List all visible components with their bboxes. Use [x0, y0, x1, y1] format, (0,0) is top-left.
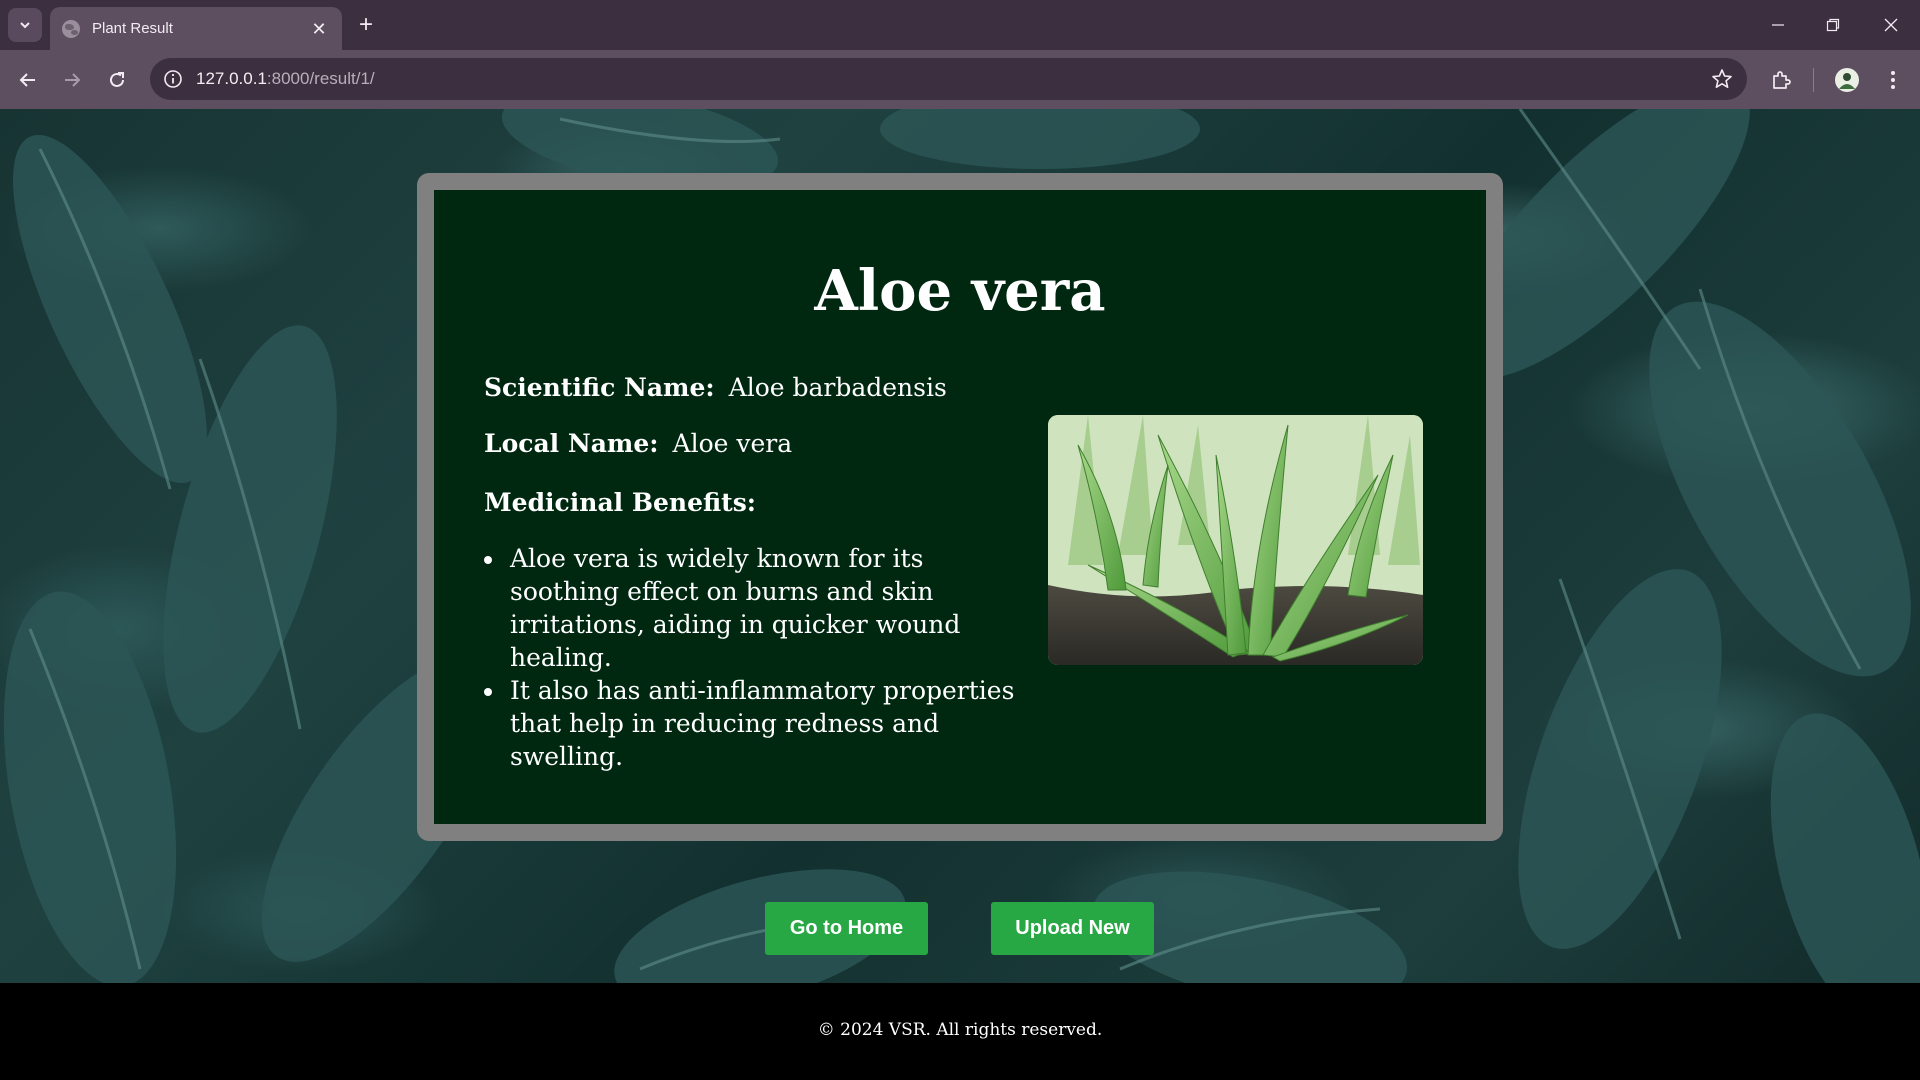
tab-title: Plant Result — [92, 20, 173, 37]
list-item: It also has anti-inflammatory properties… — [484, 674, 1029, 773]
plant-name-heading: Aloe vera — [814, 258, 1106, 324]
address-bar[interactable]: 127.0.0.1 :8000/result/1/ — [150, 58, 1747, 100]
result-card-frame: Aloe vera Scientific Name: Aloe barbadens… — [417, 173, 1503, 841]
browser-tab-strip: Plant Result ✕ + — [0, 0, 1920, 50]
scientific-name-label: Scientific Name: — [484, 373, 715, 402]
browser-tab[interactable]: Plant Result ✕ — [50, 7, 342, 50]
forward-arrow-icon[interactable] — [56, 64, 88, 96]
go-to-home-button[interactable]: Go to Home — [765, 902, 928, 955]
footer-copyright: © 2024 VSR. All rights reserved. — [817, 1020, 1103, 1040]
plus-icon[interactable]: + — [352, 11, 380, 39]
page-viewport: Aloe vera Scientific Name: Aloe barbadens… — [0, 109, 1920, 1080]
profile-avatar[interactable] — [1831, 64, 1863, 96]
url-path: :8000/result/1/ — [266, 69, 375, 88]
tab-search-icon[interactable] — [8, 8, 42, 42]
back-arrow-icon[interactable] — [12, 64, 44, 96]
benefits-heading: Medicinal Benefits: — [484, 488, 756, 517]
more-vert-icon[interactable] — [1877, 64, 1909, 96]
scientific-name-value: Aloe barbadensis — [728, 373, 947, 402]
local-name-value: Aloe vera — [672, 429, 793, 458]
footer: © 2024 VSR. All rights reserved. — [0, 983, 1920, 1080]
minimize-icon[interactable] — [1758, 10, 1798, 40]
site-info-icon[interactable] — [162, 68, 184, 90]
toolbar-divider — [1813, 68, 1814, 92]
star-icon[interactable] — [1711, 68, 1733, 90]
close-icon[interactable]: ✕ — [308, 18, 330, 40]
browser-toolbar: 127.0.0.1 :8000/result/1/ — [0, 50, 1920, 109]
extensions-icon[interactable] — [1765, 64, 1797, 96]
upload-new-button[interactable]: Upload New — [991, 902, 1154, 955]
local-name-row: Local Name: Aloe vera — [484, 429, 792, 458]
benefits-list: Aloe vera is widely known for its soothi… — [484, 542, 1029, 773]
aloe-vera-photo — [1048, 415, 1423, 665]
window-close-icon[interactable] — [1871, 10, 1911, 40]
globe-icon — [62, 19, 80, 38]
url-host: 127.0.0.1 — [196, 69, 267, 88]
restore-icon[interactable] — [1813, 10, 1853, 40]
result-card: Aloe vera Scientific Name: Aloe barbadens… — [434, 190, 1486, 824]
list-item: Aloe vera is widely known for its soothi… — [484, 542, 1029, 674]
reload-icon[interactable] — [101, 64, 133, 96]
local-name-label: Local Name: — [484, 429, 659, 458]
scientific-name-row: Scientific Name: Aloe barbadensis — [484, 373, 947, 402]
